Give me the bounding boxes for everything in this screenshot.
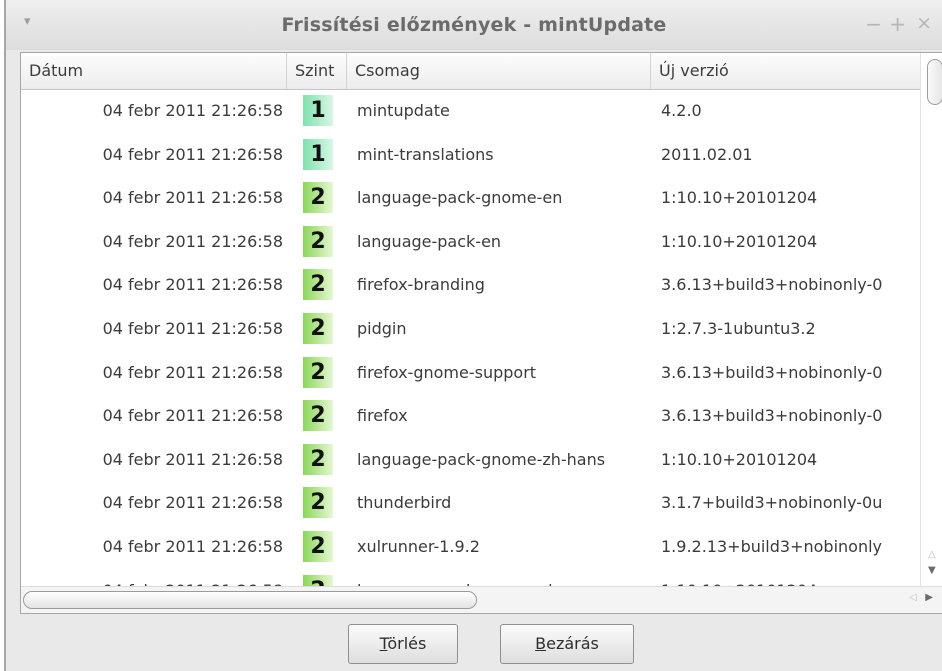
close-button-mnemonic: B xyxy=(535,634,547,653)
row-level-badge: 2 xyxy=(303,400,333,432)
close-button[interactable]: Bezárás xyxy=(500,624,634,664)
row-version: 4.2.0 xyxy=(661,101,702,120)
clear-button-label: örlés xyxy=(387,634,427,653)
row-package: pidgin xyxy=(357,319,407,338)
row-level-badge: 1 xyxy=(303,95,333,126)
vertical-scrollbar[interactable]: △ ▼ xyxy=(920,53,942,589)
column-header-package[interactable]: Csomag xyxy=(347,53,651,89)
row-package: mint-translations xyxy=(357,144,494,164)
row-level-badge: 1 xyxy=(303,138,333,170)
row-date: 04 febr 2011 21:26:58 xyxy=(102,449,283,469)
row-level-badge: 2 xyxy=(303,487,333,519)
row-version: 1:2.7.3-1ubuntu3.2 xyxy=(661,319,816,338)
close-window-icon[interactable]: × xyxy=(916,12,932,34)
vertical-scroll-thumb[interactable] xyxy=(927,59,942,105)
row-level-badge: 2 xyxy=(303,313,333,344)
table-row[interactable]: 04 febr 2011 21:26:58 2 firefox-branding 3.… xyxy=(21,263,921,307)
table-row[interactable]: 04 febr 2011 21:26:58 2 thunderbird 3.1.7+b… xyxy=(21,481,921,525)
row-version: 3.1.7+build3+nobinonly-0u xyxy=(661,493,883,513)
row-package: firefox-branding xyxy=(357,275,485,295)
close-button-label: ezárás xyxy=(546,634,599,653)
row-level-badge: 2 xyxy=(303,182,333,214)
row-package: xulrunner-1.9.2 xyxy=(357,537,480,556)
row-date: 04 febr 2011 21:26:58 xyxy=(102,406,283,426)
row-package: thunderbird xyxy=(357,493,452,513)
row-version: 3.6.13+build3+nobinonly-0 xyxy=(661,406,883,426)
row-version: 1.9.2.13+build3+nobinonly xyxy=(661,537,883,556)
row-package: firefox xyxy=(357,406,408,426)
clear-history-button[interactable]: Törlés xyxy=(348,624,458,664)
row-package: language-pack-en xyxy=(357,231,502,251)
row-package: language-pack-gnome-en xyxy=(357,188,563,208)
horizontal-scroll-thumb[interactable] xyxy=(23,591,477,609)
history-list[interactable]: Dátum Szint Csomag Új verzió 04 febr 201… xyxy=(20,52,942,614)
row-version: 1:10.10+20101204 xyxy=(661,231,818,251)
row-version: 3.6.13+build3+nobinonly-0 xyxy=(661,362,883,382)
row-date: 04 febr 2011 21:26:58 xyxy=(102,275,283,295)
maximize-icon[interactable]: + xyxy=(889,12,906,36)
column-header-level[interactable]: Szint xyxy=(287,53,347,89)
table-row[interactable]: 04 febr 2011 21:26:58 2 firefox 3.6.13+buil… xyxy=(21,394,921,438)
column-header-date[interactable]: Dátum xyxy=(21,53,287,89)
row-version: 2011.02.01 xyxy=(661,144,753,164)
row-date: 04 febr 2011 21:26:58 xyxy=(102,144,283,164)
table-row[interactable]: 04 febr 2011 21:26:58 1 mint-translations 2… xyxy=(21,133,921,177)
row-date: 04 febr 2011 21:26:58 xyxy=(102,537,283,556)
title-bar[interactable]: ▾ Frissítési előzmények - mintUpdate − +… xyxy=(6,0,942,50)
row-level-badge: 2 xyxy=(303,225,333,257)
scroll-left-arrow-icon[interactable]: ◁ xyxy=(909,592,917,603)
row-package: mintupdate xyxy=(357,101,450,120)
scroll-right-arrow-icon[interactable]: ▶ xyxy=(925,592,933,603)
row-package: language-pack-gnome-zh-hans xyxy=(357,449,606,469)
row-date: 04 febr 2011 21:26:58 xyxy=(102,493,283,513)
row-level-badge: 2 xyxy=(303,443,333,475)
scroll-up-arrow-icon[interactable]: △ xyxy=(928,549,936,560)
list-header: Dátum Szint Csomag Új verzió xyxy=(21,53,921,90)
column-header-new-version[interactable]: Új verzió xyxy=(651,53,921,89)
horizontal-scrollbar[interactable]: ◁ ▶ xyxy=(21,586,942,613)
table-row[interactable]: 04 febr 2011 21:26:58 2 language-pack-gnom… xyxy=(21,176,921,220)
row-date: 04 febr 2011 21:26:58 xyxy=(102,231,283,251)
table-row[interactable]: 04 febr 2011 21:26:58 2 language-pack-gnom… xyxy=(21,438,921,482)
table-row[interactable]: 04 febr 2011 21:26:58 2 xulrunner-1.9.2 1.9… xyxy=(21,525,921,569)
table-row[interactable]: 04 febr 2011 21:26:58 2 firefox-gnome-supp… xyxy=(21,351,921,395)
row-level-badge: 2 xyxy=(303,269,333,301)
row-date: 04 febr 2011 21:26:58 xyxy=(102,362,283,382)
row-package: firefox-gnome-support xyxy=(357,362,537,382)
row-version: 3.6.13+build3+nobinonly-0 xyxy=(661,275,883,295)
row-version: 1:10.10+20101204 xyxy=(661,449,818,469)
row-level-badge: 2 xyxy=(303,356,333,388)
row-date: 04 febr 2011 21:26:58 xyxy=(102,319,283,338)
row-date: 04 febr 2011 21:26:58 xyxy=(102,188,283,208)
table-row[interactable]: 04 febr 2011 21:26:58 2 language-pack-en 1:… xyxy=(21,220,921,264)
window-title: Frissítési előzmények - mintUpdate xyxy=(281,14,667,36)
row-level-badge: 2 xyxy=(303,531,333,562)
table-row[interactable]: 04 febr 2011 21:26:58 1 mintupdate 4.2.0 xyxy=(21,89,921,133)
minimize-icon[interactable]: − xyxy=(865,12,882,36)
update-history-window: ▾ Frissítési előzmények - mintUpdate − +… xyxy=(4,0,942,671)
row-date: 04 febr 2011 21:26:58 xyxy=(102,101,283,120)
table-row[interactable]: 04 febr 2011 21:26:58 2 pidgin 1:2.7.3-1ubu… xyxy=(21,307,921,351)
scroll-down-arrow-icon[interactable]: ▼ xyxy=(928,565,936,576)
row-version: 1:10.10+20101204 xyxy=(661,188,818,208)
